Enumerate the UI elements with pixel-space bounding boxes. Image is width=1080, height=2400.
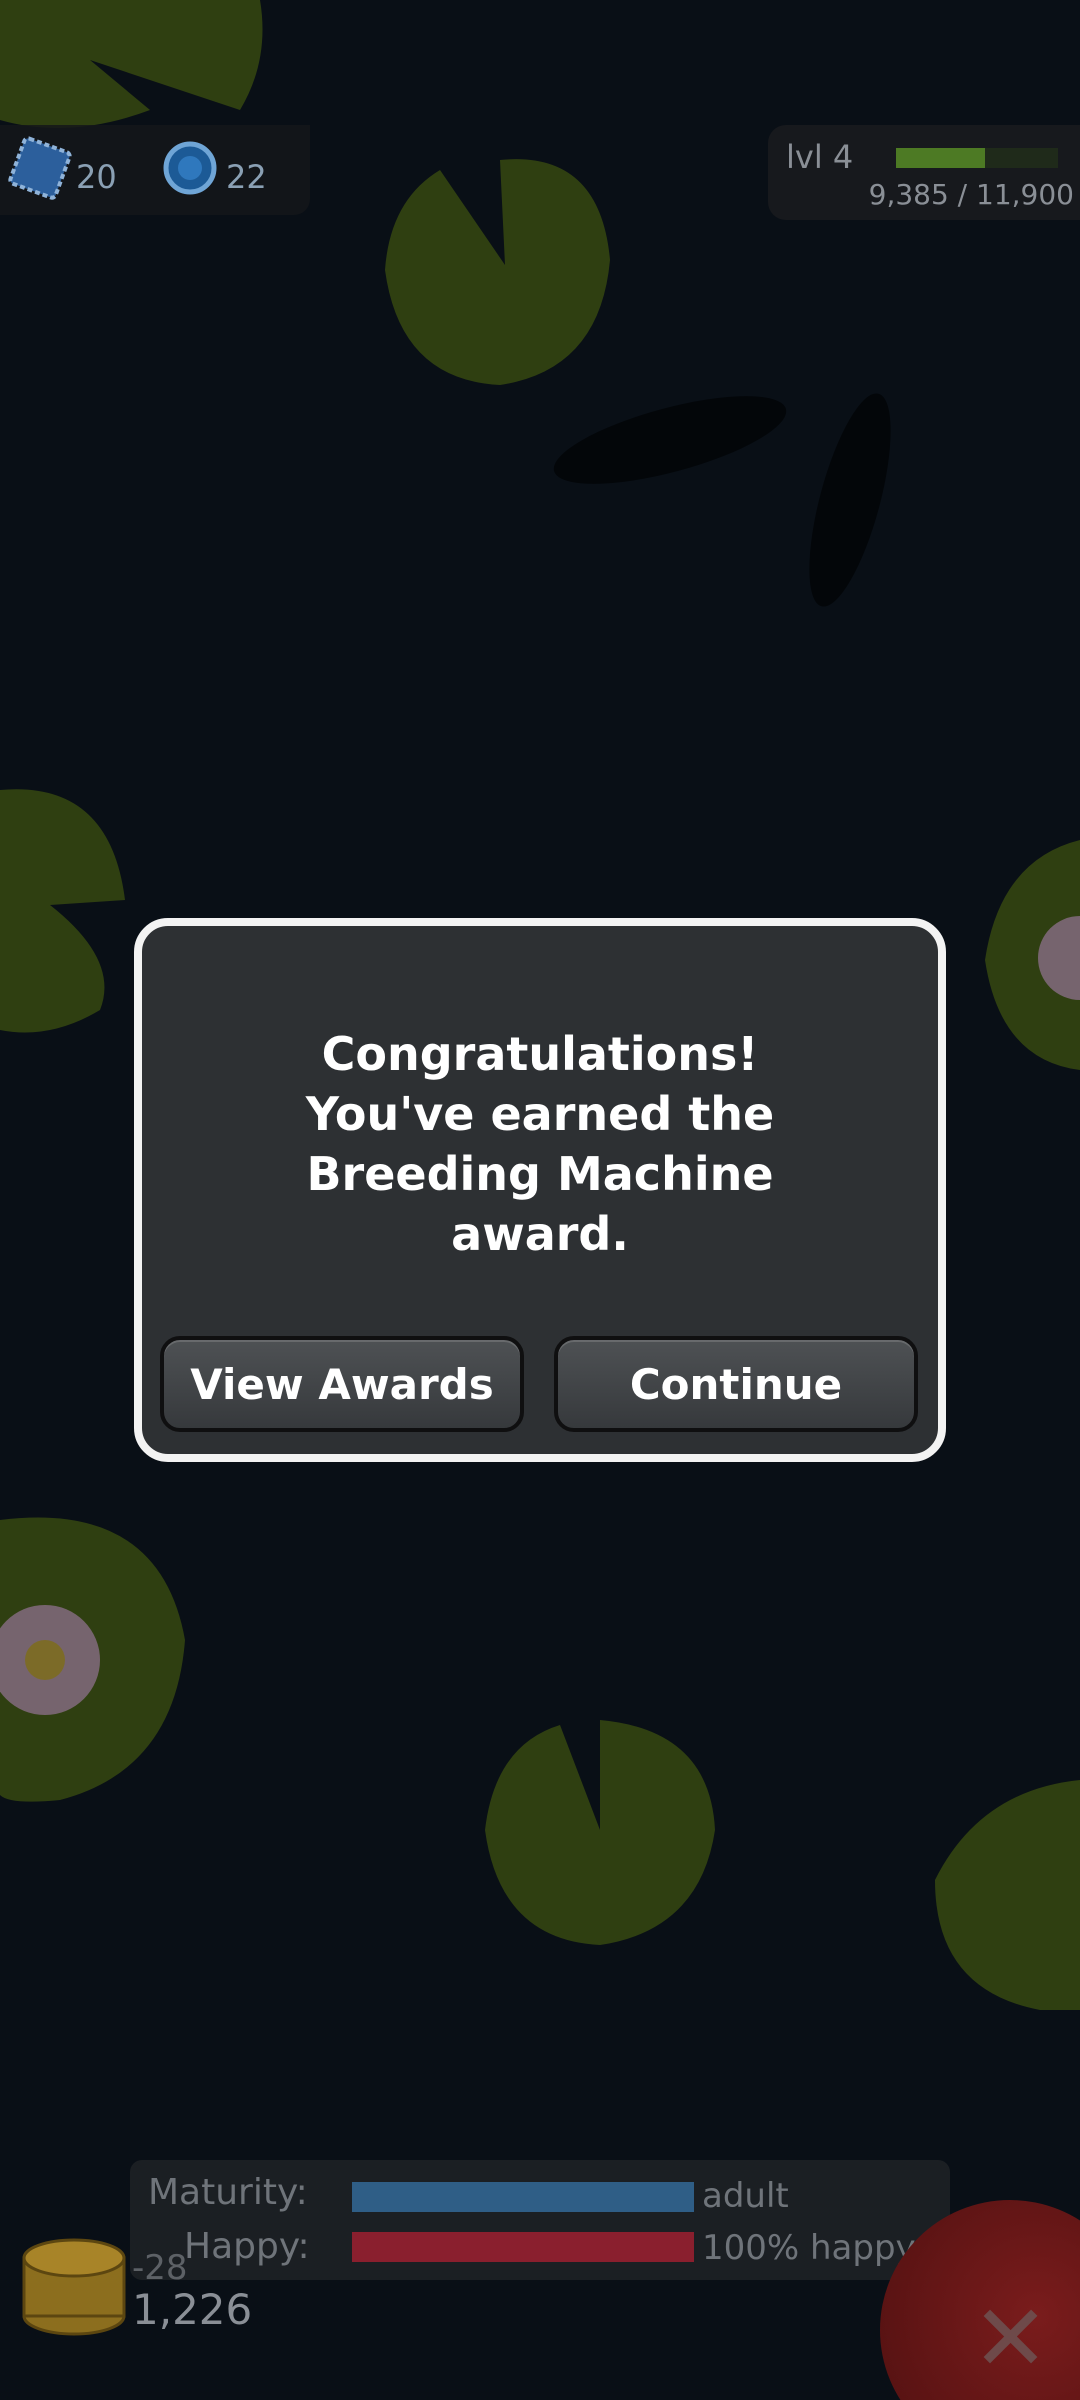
- level-label: lvl 4: [786, 138, 854, 176]
- gold-coin-stack-icon: [22, 2238, 126, 2336]
- award-dialog: Congratulations! You've earned the Breed…: [134, 918, 946, 1462]
- continue-button[interactable]: Continue: [554, 1336, 918, 1432]
- award-message: Congratulations! You've earned the Breed…: [305, 1027, 775, 1261]
- happy-bar: [352, 2232, 694, 2262]
- happy-label: Happy:: [184, 2226, 310, 2267]
- coin-delta: -28: [132, 2248, 188, 2288]
- happy-value: 100% happy: [702, 2228, 916, 2268]
- coin-total: 1,226: [132, 2285, 253, 2334]
- xp-progress-fill: [896, 148, 986, 168]
- xp-text: 9,385 / 11,900: [868, 178, 1074, 211]
- blue-stamp-icon: [8, 136, 72, 200]
- maturity-label: Maturity:: [148, 2172, 308, 2213]
- blue-orb-icon: [163, 141, 217, 195]
- maturity-value: adult: [702, 2176, 789, 2216]
- pearl-count: 22: [226, 158, 267, 196]
- maturity-bar: [352, 2182, 694, 2212]
- gem-count: 20: [76, 158, 117, 196]
- game-screen: 20 22 lvl 4 9,385 / 11,900 Congratulatio…: [0, 0, 1080, 2400]
- close-x-icon: ✕: [972, 2285, 1050, 2392]
- xp-progress-bar: [896, 148, 1058, 168]
- view-awards-button[interactable]: View Awards: [160, 1336, 524, 1432]
